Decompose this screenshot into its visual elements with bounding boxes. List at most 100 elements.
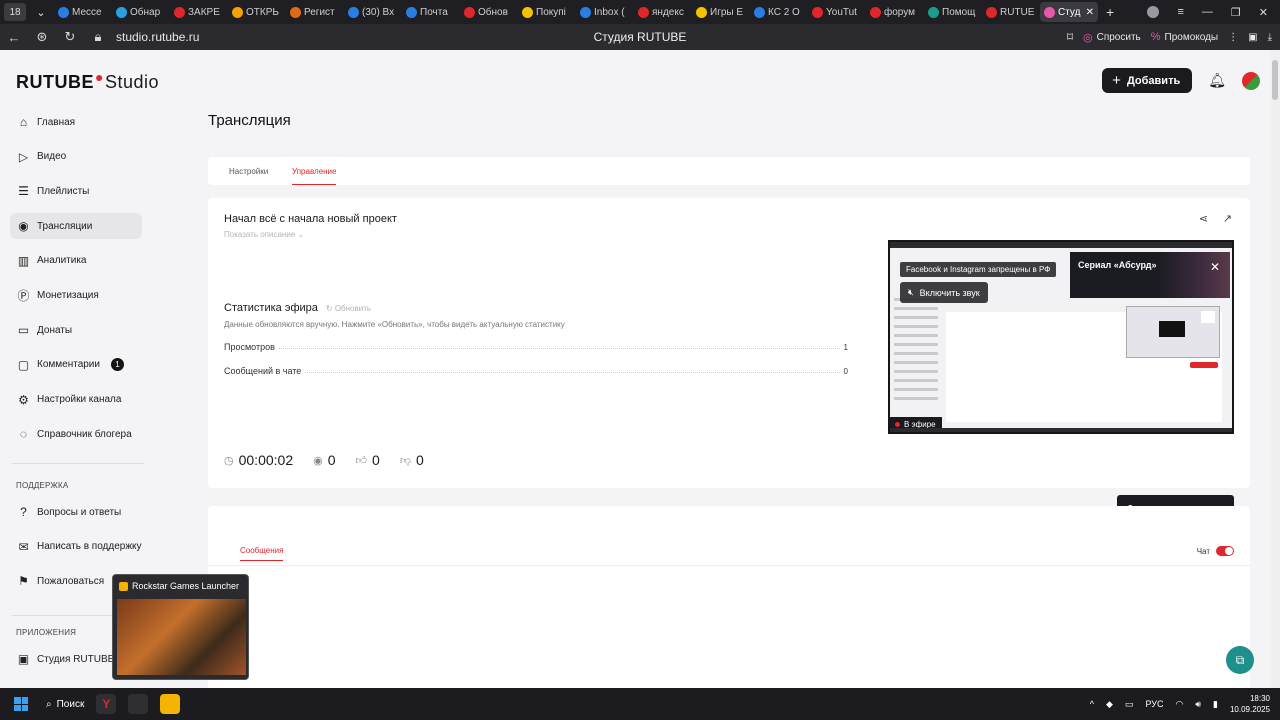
minimize-icon[interactable]: —: [1202, 6, 1213, 18]
browser-tab-label: Обнов: [478, 6, 508, 18]
bookmark-icon[interactable]: ⌑: [1067, 30, 1073, 44]
preview-line: [894, 343, 938, 346]
wifi-icon[interactable]: ◠: [1175, 699, 1183, 710]
browser-tab[interactable]: Игры E: [692, 2, 748, 22]
sidebar-item[interactable]: ✉ Написать в поддержку: [10, 534, 142, 560]
browser-tab[interactable]: ЗАКРЕ: [170, 2, 226, 22]
sidebar-item[interactable]: ▢ Комментарии 1: [10, 352, 142, 378]
language-indicator[interactable]: РУС: [1145, 699, 1163, 709]
tab-settings[interactable]: Настройки: [229, 157, 268, 185]
rutube-studio-logo[interactable]: RUTUBE ● Studio: [16, 69, 159, 93]
windows-start-icon[interactable]: [14, 697, 28, 711]
browser-tab[interactable]: YouTut: [808, 2, 864, 22]
browser-tab[interactable]: КС 2 О: [750, 2, 806, 22]
taskbar: ⌕ Поиск Y ^ ◆ ▭ РУС ◠ 🔊︎ ▮ 18:30 10.09.202…: [0, 688, 1280, 720]
reload-icon[interactable]: ↻: [56, 29, 84, 45]
restore-icon[interactable]: ❐: [1231, 6, 1241, 19]
browser-tab[interactable]: ОТКРЬ: [228, 2, 284, 22]
external-link-icon[interactable]: ↗: [1223, 212, 1232, 225]
add-button[interactable]: + Добавить: [1102, 68, 1193, 93]
browser-tab[interactable]: яндекс: [634, 2, 690, 22]
download-icon[interactable]: ⤓: [1268, 32, 1272, 43]
volume-icon[interactable]: 🔊︎: [1195, 699, 1201, 710]
browser-tab[interactable]: Мессе: [54, 2, 110, 22]
profile-icon[interactable]: [1147, 6, 1160, 18]
browser-tab-label: Помощ: [942, 6, 976, 18]
menu-icon[interactable]: ≡: [1177, 6, 1183, 18]
app-icon[interactable]: [128, 694, 149, 714]
more-icon[interactable]: ⋮: [1228, 32, 1238, 43]
tab-count[interactable]: 18: [4, 3, 26, 21]
favicon-icon: [928, 6, 939, 18]
faq-icon: ?: [20, 505, 27, 519]
bell-icon[interactable]: 🔔︎: [1208, 72, 1226, 89]
preview-line: [894, 397, 938, 400]
ad-banner[interactable]: Сериал «Абсурд» ✕: [1070, 252, 1230, 298]
close-window-icon[interactable]: ✕: [1259, 6, 1268, 19]
sidebar-item[interactable]: ☰ Плейлисты: [10, 178, 142, 204]
browser-tab[interactable]: Почта: [402, 2, 458, 22]
browser-tab[interactable]: Регист: [286, 2, 342, 22]
unmute-button[interactable]: 🔇︎ Включить звук: [900, 282, 988, 303]
sidebar-item[interactable]: ▷ Видео: [10, 144, 142, 170]
close-ad-icon[interactable]: ✕: [1210, 260, 1220, 274]
avatar[interactable]: [1242, 71, 1260, 90]
taskbar-search[interactable]: ⌕ Поиск: [46, 699, 84, 710]
browser-tab[interactable]: Обнов: [460, 2, 516, 22]
sidebar-item[interactable]: ▥ Аналитика: [10, 248, 142, 274]
share-icon[interactable]: ⋖: [1199, 212, 1208, 225]
browser-tab[interactable]: форум: [866, 2, 922, 22]
tab-messages[interactable]: Сообщения: [240, 546, 284, 561]
browser-tab[interactable]: Покупі: [518, 2, 574, 22]
back-arrow-icon[interactable]: ←: [0, 30, 28, 45]
scrollbar-thumb[interactable]: [1272, 60, 1278, 100]
sidebar-item[interactable]: ⚙ Настройки канала: [10, 387, 142, 413]
sidebar-item[interactable]: ▭ Донаты: [10, 317, 142, 343]
guide-icon: ◌: [19, 427, 28, 442]
yandex-browser-icon[interactable]: Y: [96, 694, 117, 714]
sidebar-toggle-icon[interactable]: ▣: [1248, 32, 1257, 43]
browser-tab[interactable]: Студ ✕: [1040, 2, 1098, 22]
plus-icon: +: [1112, 72, 1121, 89]
sidebar-item[interactable]: ⌂ Главная: [10, 109, 142, 135]
sidebar-item[interactable]: Ⓟ Монетизация: [10, 283, 142, 309]
battery-icon[interactable]: ▮: [1213, 699, 1218, 710]
url-text[interactable]: studio.rutube.ru: [116, 30, 199, 44]
browser-tab[interactable]: RUTUE: [982, 2, 1038, 22]
browser-tab[interactable]: Inbox (: [576, 2, 632, 22]
sidebar-item[interactable]: ? Вопросы и ответы: [10, 499, 142, 525]
protect-icon[interactable]: ⊛: [28, 29, 56, 45]
tray-monitor-icon[interactable]: ▭: [1125, 699, 1134, 710]
tab-management[interactable]: Управление: [292, 157, 337, 185]
stream-preview[interactable]: Facebook и Instagram запрещены в РФ 🔇︎ В…: [888, 240, 1234, 434]
favicon-icon: [870, 6, 881, 18]
ask-button[interactable]: ◎ Спросить: [1083, 31, 1141, 44]
chat-switch[interactable]: [1216, 546, 1234, 556]
tray-app-icon[interactable]: ◆: [1106, 699, 1113, 710]
browser-tab[interactable]: Обнар: [112, 2, 168, 22]
chat-toggle[interactable]: Чат: [1197, 546, 1234, 556]
browser-tab-label: Студ: [1058, 6, 1081, 18]
browser-tab-label: яндекс: [652, 6, 684, 18]
browser-tab[interactable]: (30) Вх: [344, 2, 400, 22]
sidebar-item-label: Вопросы и ответы: [37, 506, 122, 518]
show-description-link[interactable]: Показать описание ⌄: [224, 230, 304, 239]
help-chat-button[interactable]: ⧉: [1226, 646, 1254, 674]
promo-button[interactable]: % Промокоды: [1151, 31, 1218, 43]
new-tab-plus-icon[interactable]: +: [1106, 4, 1114, 20]
taskbar-thumbnail-popup[interactable]: Rockstar Games Launcher: [112, 574, 249, 680]
tray-chevron-icon[interactable]: ^: [1090, 699, 1094, 709]
clock[interactable]: 18:30 10.09.2025: [1230, 693, 1270, 715]
popup-preview-image[interactable]: [117, 599, 246, 675]
browser-tab[interactable]: Помощ: [924, 2, 980, 22]
close-tab-icon[interactable]: ✕: [1086, 7, 1094, 18]
sidebar-item[interactable]: ◉ Трансляции: [10, 213, 142, 240]
page-scrollbar[interactable]: [1270, 50, 1280, 688]
sidebar-item-label: Написать в поддержку: [37, 541, 142, 553]
rockstar-launcher-icon[interactable]: [160, 694, 181, 714]
preview-sidebar: [894, 298, 938, 418]
video-icon: ▷: [18, 149, 29, 164]
refresh-button[interactable]: ↻ Обновить: [326, 304, 371, 313]
tab-list-chevron-icon[interactable]: ⌄: [30, 3, 52, 21]
sidebar-item[interactable]: ◌ Справочник блогера: [10, 421, 142, 447]
